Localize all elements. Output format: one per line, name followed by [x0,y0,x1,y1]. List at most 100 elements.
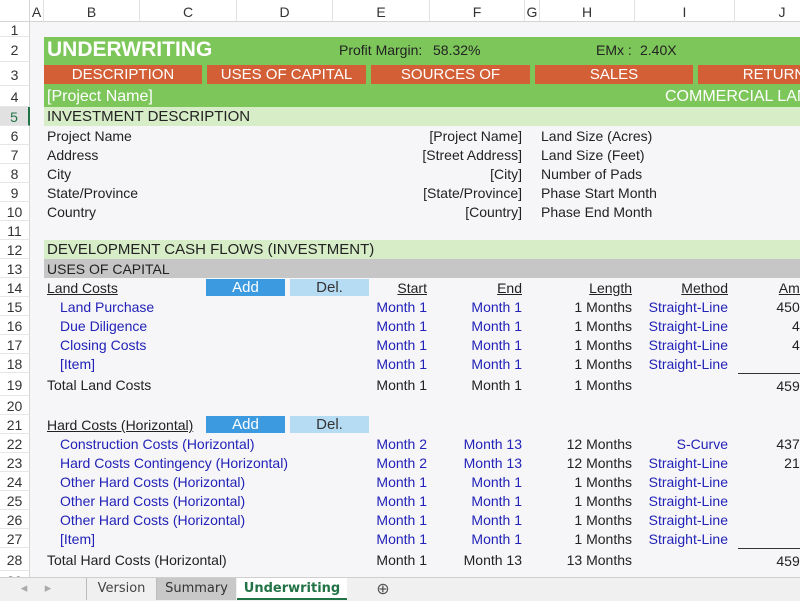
line-item-name[interactable]: Construction Costs (Horizontal) [57,434,333,453]
row-header-11[interactable]: 11 [0,221,30,240]
field-value[interactable]: [Street Address] [333,145,525,164]
column-header-G[interactable]: G [525,0,540,22]
row-header-27[interactable]: 27 [0,529,30,548]
row-header-8[interactable]: 8 [0,164,30,183]
row-header-19[interactable]: 19 [0,373,30,396]
field-label: Project Name [44,126,237,145]
row-header-17[interactable]: 17 [0,335,30,354]
spreadsheet-grid[interactable]: ABCDEFGHIJ123456789101112131415161718192… [0,0,800,600]
line-item-method[interactable]: Straight-Line [635,335,731,354]
column-header-A[interactable]: A [30,0,44,22]
line-item-end[interactable]: Month 1 [430,491,525,510]
row-header-10[interactable]: 10 [0,202,30,221]
select-all-corner[interactable] [0,0,30,22]
line-item-start[interactable]: Month 1 [333,510,430,529]
column-header-H[interactable]: H [540,0,635,22]
tab-underwriting[interactable]: Underwriting [237,578,347,600]
line-item-name[interactable]: [Item] [57,529,333,548]
nav-button-sources-of[interactable]: SOURCES OF [371,65,530,84]
row-header-15[interactable]: 15 [0,297,30,316]
line-item-method[interactable]: Straight-Line [635,529,731,548]
line-item-name[interactable]: Closing Costs [57,335,333,354]
row-header-6[interactable]: 6 [0,126,30,145]
tab-version[interactable]: Version [86,578,156,600]
row-header-4[interactable]: 4 [0,86,30,107]
row-header-24[interactable]: 24 [0,472,30,491]
row-header-5[interactable]: 5 [0,107,30,126]
line-item-end[interactable]: Month 1 [430,335,525,354]
line-item-name[interactable]: [Item] [57,354,333,373]
row-header-12[interactable]: 12 [0,240,30,259]
line-item-method[interactable]: Straight-Line [635,453,731,472]
column-header-B[interactable]: B [44,0,140,22]
line-item-start[interactable]: Month 1 [333,472,430,491]
line-item-method[interactable]: Straight-Line [635,354,731,373]
row-header-7[interactable]: 7 [0,145,30,164]
field-value[interactable]: [City] [333,164,525,183]
column-header-E[interactable]: E [333,0,430,22]
line-item-end[interactable]: Month 1 [430,472,525,491]
line-item-name[interactable]: Due Diligence [57,316,333,335]
row-header-22[interactable]: 22 [0,434,30,453]
field-value[interactable]: [Project Name] [333,126,525,145]
row-header-16[interactable]: 16 [0,316,30,335]
tab-summary[interactable]: Summary [156,578,236,600]
row-header-2[interactable]: 2 [0,37,30,62]
line-item-start[interactable]: Month 2 [333,434,430,453]
line-item-end[interactable]: Month 1 [430,510,525,529]
row-header-9[interactable]: 9 [0,183,30,202]
line-item-end[interactable]: Month 13 [430,453,525,472]
add-button[interactable]: Add [206,279,285,296]
column-header-C[interactable]: C [140,0,237,22]
delete-button[interactable]: Del. [290,416,369,433]
row-header-23[interactable]: 23 [0,453,30,472]
line-item-end[interactable]: Month 1 [430,529,525,548]
line-item-end[interactable]: Month 1 [430,354,525,373]
line-item-start[interactable]: Month 2 [333,453,430,472]
nav-button-returns[interactable]: RETURNS [698,65,800,84]
row-header-26[interactable]: 26 [0,510,30,529]
line-item-start[interactable]: Month 1 [333,491,430,510]
field-value[interactable]: [Country] [333,202,525,221]
line-item-start[interactable]: Month 1 [333,354,430,373]
line-item-end[interactable]: Month 1 [430,297,525,316]
row-header-28[interactable]: 28 [0,548,30,571]
row-header-1[interactable]: 1 [0,22,30,37]
line-item-start[interactable]: Month 1 [333,297,430,316]
line-item-name[interactable]: Other Hard Costs (Horizontal) [57,510,333,529]
line-item-start[interactable]: Month 1 [333,335,430,354]
row-header-18[interactable]: 18 [0,354,30,373]
row-header-20[interactable]: 20 [0,396,30,415]
line-item-method[interactable]: Straight-Line [635,297,731,316]
line-item-name[interactable]: Other Hard Costs (Horizontal) [57,472,333,491]
row-header-21[interactable]: 21 [0,415,30,434]
row-header-3[interactable]: 3 [0,62,30,86]
line-item-method[interactable]: Straight-Line [635,491,731,510]
line-item-start[interactable]: Month 1 [333,529,430,548]
line-item-method[interactable]: Straight-Line [635,472,731,491]
column-header-J[interactable]: J [735,0,800,22]
line-item-name[interactable]: Other Hard Costs (Horizontal) [57,491,333,510]
scroll-tabs-left-icon[interactable]: ◂ [14,578,34,600]
nav-button-description[interactable]: DESCRIPTION [44,65,202,84]
row-header-13[interactable]: 13 [0,259,30,278]
scroll-tabs-right-icon[interactable]: ▸ [38,578,58,600]
add-button[interactable]: Add [206,416,285,433]
nav-button-uses-of-capital[interactable]: USES OF CAPITAL [207,65,366,84]
row-header-25[interactable]: 25 [0,491,30,510]
line-item-method[interactable]: Straight-Line [635,316,731,335]
column-header-I[interactable]: I [635,0,735,22]
line-item-end[interactable]: Month 13 [430,434,525,453]
plus-circle-icon[interactable]: ⊕ [372,578,394,600]
line-item-name[interactable]: Land Purchase [57,297,333,316]
line-item-name[interactable]: Hard Costs Contingency (Horizontal) [57,453,333,472]
line-item-method[interactable]: S-Curve [635,434,731,453]
row-header-14[interactable]: 14 [0,278,30,297]
line-item-end[interactable]: Month 1 [430,316,525,335]
line-item-start[interactable]: Month 1 [333,316,430,335]
field-value[interactable]: [State/Province] [333,183,525,202]
nav-button-sales[interactable]: SALES [535,65,693,84]
line-item-method[interactable]: Straight-Line [635,510,731,529]
column-header-D[interactable]: D [237,0,333,22]
column-header-F[interactable]: F [430,0,525,22]
